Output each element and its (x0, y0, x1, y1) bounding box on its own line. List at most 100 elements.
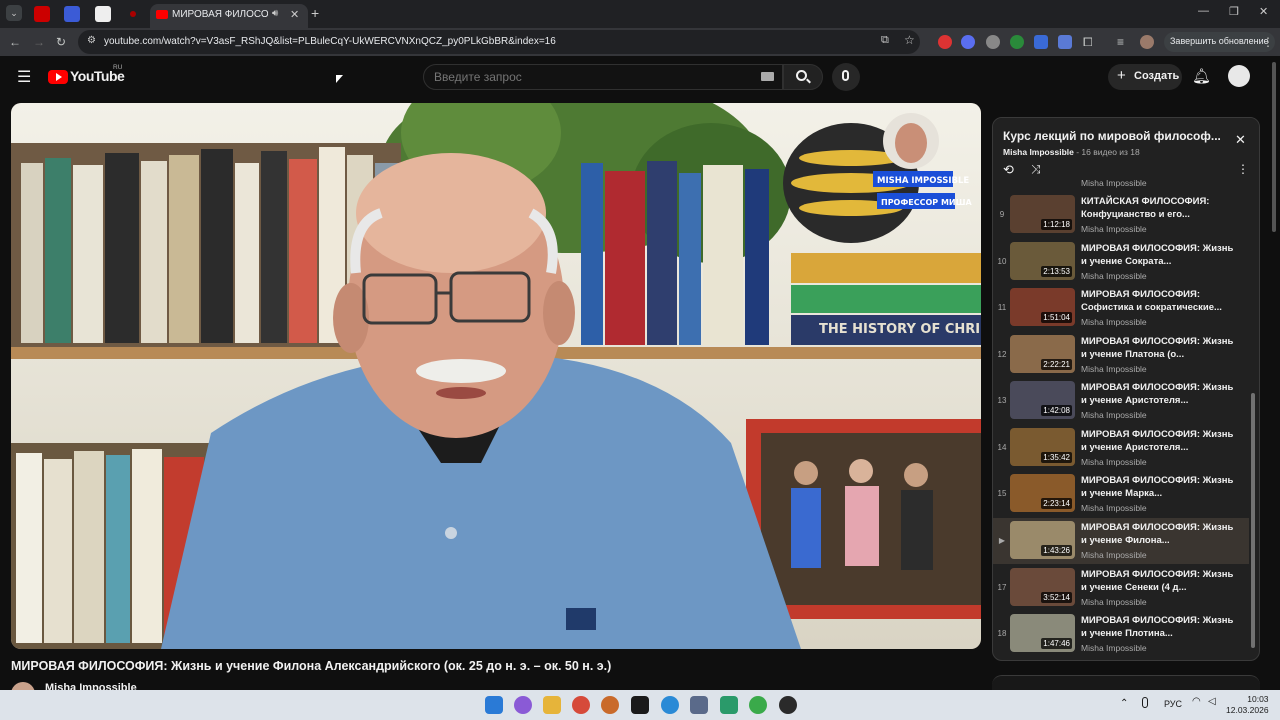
playlist-item[interactable]: 14 1:35:42 МИРОВАЯ ФИЛОСОФИЯ: Жизнь и уч… (993, 425, 1249, 471)
playlist-item-thumbnail[interactable]: 1:35:42 (1010, 428, 1075, 466)
chrome-icon[interactable] (572, 696, 590, 714)
taskbar-app-icon[interactable] (514, 696, 532, 714)
profile-icon[interactable] (1140, 35, 1154, 49)
playlist-item-title[interactable]: МИРОВАЯ ФИЛОСОФИЯ: Жизнь и учение Сократ… (1081, 242, 1241, 268)
close-window-icon[interactable]: ✕ (1259, 5, 1268, 18)
keyboard-icon[interactable] (761, 72, 774, 81)
extension-icon[interactable] (1010, 35, 1024, 49)
new-tab-icon[interactable]: + (311, 5, 319, 21)
playlist-item-title[interactable]: МИРОВАЯ ФИЛОСОФИЯ: Жизнь и учение Платон… (1081, 335, 1241, 361)
playlist-item[interactable]: 9 1:12:18 КИТАЙСКАЯ ФИЛОСОФИЯ: Конфуциан… (993, 192, 1249, 238)
search-box[interactable] (423, 64, 783, 90)
channel-name[interactable]: Misha Impossible (45, 682, 137, 690)
close-playlist-icon[interactable]: ✕ (1235, 132, 1246, 148)
notifications-bell-icon[interactable]: 🔔︎ (1192, 67, 1211, 85)
taskbar-app-icon[interactable] (779, 696, 797, 714)
playlist-scrollbar[interactable] (1251, 393, 1255, 648)
tray-chevron-icon[interactable]: ⌃ (1120, 698, 1128, 709)
playlist-item-thumbnail[interactable]: 1:47:46 (1010, 614, 1075, 652)
playlist-item[interactable]: 13 1:42:08 МИРОВАЯ ФИЛОСОФИЯ: Жизнь и уч… (993, 378, 1249, 424)
playlist-menu-icon[interactable]: ⋮ (1237, 162, 1249, 176)
create-button[interactable]: + Создать (1108, 64, 1182, 90)
extension-icon[interactable] (938, 35, 952, 49)
shuffle-icon[interactable]: ⤨ (1031, 162, 1041, 177)
playlist-item[interactable]: 11 1:51:04 МИРОВАЯ ФИЛОСОФИЯ: Софистика … (993, 285, 1249, 331)
playlist-item[interactable]: 12 2:22:21 МИРОВАЯ ФИЛОСОФИЯ: Жизнь и уч… (993, 332, 1249, 378)
speaker-icon[interactable]: 🔊︎ (272, 8, 278, 19)
forward-icon[interactable]: → (33, 34, 45, 50)
extensions-puzzle-icon[interactable]: ⧠ (1083, 34, 1093, 50)
tab-youtube-icon[interactable] (34, 6, 50, 22)
extension-icon[interactable] (986, 35, 1000, 49)
reading-list-icon[interactable]: ≡ (1117, 34, 1124, 50)
list-item[interactable]: Misha Impossible (993, 176, 1249, 188)
start-icon[interactable] (485, 696, 503, 714)
file-explorer-icon[interactable] (543, 696, 561, 714)
extension-icon[interactable] (961, 35, 975, 49)
update-button[interactable]: Завершить обновление (1164, 32, 1275, 52)
taskbar-app-icon[interactable] (661, 696, 679, 714)
taskbar-app-icon[interactable] (631, 696, 649, 714)
voice-search-button[interactable] (832, 63, 860, 91)
taskbar-app-icon[interactable] (749, 696, 767, 714)
playlist-item-thumbnail[interactable]: 2:13:53 (1010, 242, 1075, 280)
keyboard-language[interactable]: РУС (1164, 699, 1182, 709)
playlist-item-title[interactable]: МИРОВАЯ ФИЛОСОФИЯ: Жизнь и учение Аристо… (1081, 428, 1241, 454)
playlist-item-thumbnail[interactable]: 1:12:18 (1010, 195, 1075, 233)
tab-github-icon[interactable] (95, 6, 111, 22)
page-scrollbar[interactable] (1272, 62, 1276, 232)
playlist-item[interactable]: 17 3:52:14 МИРОВАЯ ФИЛОСОФИЯ: Жизнь и уч… (993, 565, 1249, 611)
playlist-item-title[interactable]: КИТАЙСКАЯ ФИЛОСОФИЯ: Конфуцианство и его… (1081, 195, 1241, 221)
playlist-item-thumbnail[interactable]: 1:43:26 (1010, 521, 1075, 559)
close-tab-icon[interactable]: ✕ (290, 8, 299, 21)
url-text[interactable]: youtube.com/watch?v=V3asF_RShJQ&list=PLB… (104, 36, 556, 47)
playlist-item-title[interactable]: МИРОВАЯ ФИЛОСОФИЯ: Жизнь и учение Филона… (1081, 521, 1241, 547)
playlist-item-title[interactable]: МИРОВАЯ ФИЛОСОФИЯ: Софистика и сократиче… (1081, 288, 1241, 314)
playlist-item[interactable]: 18 1:47:46 МИРОВАЯ ФИЛОСОФИЯ: Жизнь и уч… (993, 611, 1249, 657)
menu-kebab-icon[interactable]: ⋮ (1262, 34, 1274, 50)
taskbar-app-icon[interactable] (690, 696, 708, 714)
playlist-item[interactable]: 15 2:23:14 МИРОВАЯ ФИЛОСОФИЯ: Жизнь и уч… (993, 471, 1249, 517)
minimize-icon[interactable]: — (1198, 5, 1209, 17)
playlist-item-duration: 1:51:04 (1041, 312, 1072, 323)
playlist-item-thumbnail[interactable]: 1:51:04 (1010, 288, 1075, 326)
volume-icon[interactable]: ◁ (1208, 696, 1216, 707)
playlist-item-thumbnail[interactable]: 3:52:14 (1010, 568, 1075, 606)
playlist-item-thumbnail[interactable]: 2:22:21 (1010, 335, 1075, 373)
tab-youtube-icon[interactable] (130, 11, 136, 17)
playlist-owner[interactable]: Misha Impossible (1003, 147, 1074, 157)
channel-avatar[interactable] (11, 682, 35, 690)
playlist-item[interactable]: 10 2:13:53 МИРОВАЯ ФИЛОСОФИЯ: Жизнь и уч… (993, 239, 1249, 285)
playlist-item-thumbnail[interactable]: 2:23:14 (1010, 474, 1075, 512)
tray-mic-icon[interactable] (1142, 697, 1148, 708)
playlist-item-channel: Misha Impossible (1081, 503, 1147, 513)
address-bar[interactable]: ⚙︎ youtube.com/watch?v=V3asF_RShJQ&list=… (78, 30, 920, 54)
video-player[interactable]: THE HISTORY OF CHRISTIANITY (11, 103, 981, 649)
playlist-item-title[interactable]: МИРОВАЯ ФИЛОСОФИЯ: Жизнь и учение Марка.… (1081, 474, 1241, 500)
taskbar-app-icon[interactable] (601, 696, 619, 714)
extension-icon[interactable] (1034, 35, 1048, 49)
tab-extension-icon[interactable] (64, 6, 80, 22)
search-button[interactable] (783, 64, 823, 90)
cast-icon[interactable]: ⧉ (881, 34, 889, 47)
site-info-icon[interactable]: ⚙︎ (87, 35, 96, 46)
playlist-item-title[interactable]: МИРОВАЯ ФИЛОСОФИЯ: Жизнь и учение Аристо… (1081, 381, 1241, 407)
wifi-icon[interactable]: ◠ (1192, 696, 1201, 707)
extension-icon[interactable] (1058, 35, 1072, 49)
tab-list-icon[interactable]: ⌄ (6, 5, 22, 21)
back-icon[interactable]: ← (9, 34, 21, 50)
playlist-item-title[interactable]: МИРОВАЯ ФИЛОСОФИЯ: Жизнь и учение Сенеки… (1081, 568, 1241, 594)
system-clock[interactable]: 10:03 12.03.2026 (1226, 694, 1269, 716)
reload-icon[interactable]: ↻ (56, 34, 66, 50)
hamburger-menu-icon[interactable]: ☰ (17, 67, 31, 87)
playlist-item-title[interactable]: МИРОВАЯ ФИЛОСОФИЯ: Жизнь и учение Плотин… (1081, 614, 1241, 640)
active-tab[interactable]: МИРОВАЯ ФИЛОСОФИЯ: Ж 🔊︎ ✕ (150, 4, 308, 28)
search-input[interactable] (434, 70, 754, 84)
avatar[interactable] (1228, 65, 1250, 87)
playlist-item-current[interactable]: ▶ 1:43:26 МИРОВАЯ ФИЛОСОФИЯ: Жизнь и уче… (993, 518, 1249, 564)
playlist-title[interactable]: Курс лекций по мировой философ... (1003, 129, 1223, 143)
restore-icon[interactable]: ❐ (1229, 5, 1239, 18)
playlist-item-thumbnail[interactable]: 1:42:08 (1010, 381, 1075, 419)
bookmark-star-icon[interactable]: ☆ (904, 33, 915, 47)
taskbar-app-icon[interactable] (720, 696, 738, 714)
